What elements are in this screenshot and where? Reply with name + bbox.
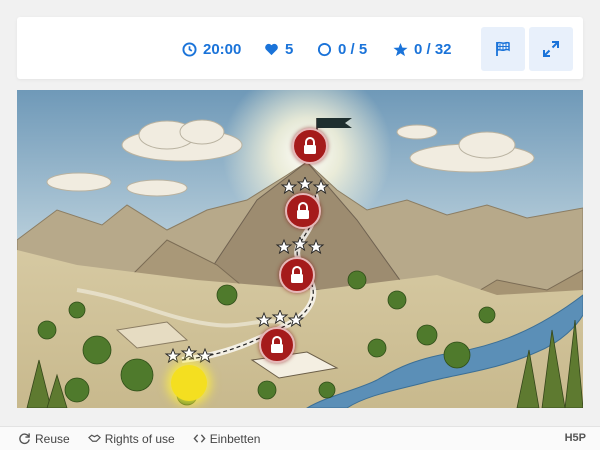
star-icon xyxy=(164,347,182,364)
lock-icon xyxy=(271,336,283,353)
star-icon xyxy=(275,238,293,255)
embed-button[interactable]: Einbetten xyxy=(193,431,261,446)
reuse-button[interactable]: Reuse xyxy=(18,432,70,446)
fullscreen-button[interactable] xyxy=(529,27,573,71)
rights-label: Rights of use xyxy=(104,431,175,446)
status-bar: 20:00 5 0 / 5 0 / 32 xyxy=(17,17,583,79)
star-icon xyxy=(196,347,214,364)
footer-bar: Reuse Rights of use Einbetten H5P xyxy=(0,426,600,450)
h5p-logo[interactable]: H5P xyxy=(565,432,586,444)
star-icon xyxy=(280,178,298,195)
heart-icon xyxy=(265,43,278,55)
stage-1-stars xyxy=(280,177,330,195)
star-icon xyxy=(312,178,330,195)
game-map xyxy=(17,90,583,408)
stars-value: 0 / 32 xyxy=(414,40,452,58)
lives-value: 5 xyxy=(285,40,294,58)
star-icon xyxy=(307,238,325,255)
reuse-label: Reuse xyxy=(35,431,70,446)
finish-button[interactable] xyxy=(481,27,525,71)
star-icon xyxy=(255,311,273,328)
stars-display: 0 / 32 xyxy=(393,39,452,59)
star-icon xyxy=(296,177,314,192)
stage-3-stars xyxy=(255,310,305,328)
star-icon xyxy=(393,42,408,56)
embed-label: Einbetten xyxy=(209,431,261,446)
lock-icon xyxy=(297,202,309,219)
stage-4-locked[interactable] xyxy=(259,327,295,363)
star-icon xyxy=(271,310,289,325)
lock-icon xyxy=(291,266,303,283)
expand-icon xyxy=(543,41,559,57)
clock-icon xyxy=(182,41,197,57)
stage-3-locked[interactable] xyxy=(279,257,315,293)
rights-of-use-button[interactable]: Rights of use xyxy=(87,431,175,446)
reuse-icon xyxy=(19,433,30,445)
circle-icon xyxy=(317,42,332,56)
stage-1-locked[interactable] xyxy=(292,128,328,164)
stages-value: 0 / 5 xyxy=(338,40,368,58)
stages-display: 0 / 5 xyxy=(317,39,367,59)
lock-icon xyxy=(304,137,316,154)
star-icon xyxy=(291,237,309,252)
flag-icon xyxy=(496,41,510,56)
lives-display: 5 xyxy=(264,39,293,59)
star-icon xyxy=(180,346,198,361)
code-icon xyxy=(193,434,206,443)
start-stage[interactable] xyxy=(171,365,207,401)
game-frame: 20:00 5 0 / 5 0 / 32 Reuse Rights of use… xyxy=(0,0,600,450)
timer-display: 20:00 xyxy=(182,39,241,59)
stage-2-stars xyxy=(275,237,325,255)
star-icon xyxy=(287,311,305,328)
handshake-icon xyxy=(87,434,101,442)
timer-value: 20:00 xyxy=(203,40,242,58)
